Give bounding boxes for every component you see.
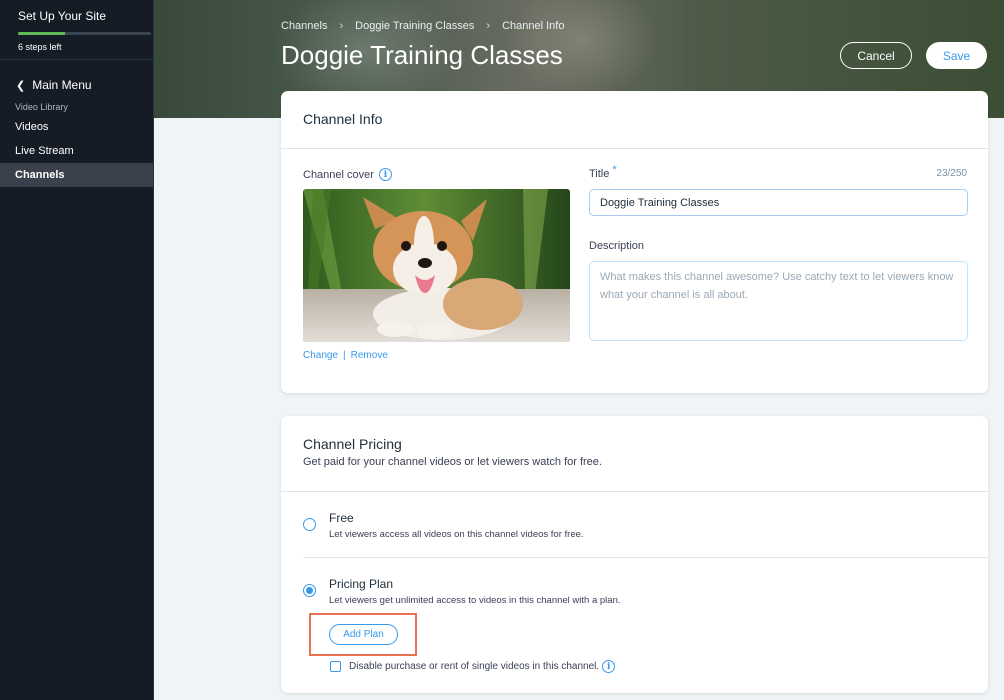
description-label: Description	[589, 240, 645, 252]
channel-cover-image[interactable]	[303, 189, 570, 342]
cancel-button[interactable]: Cancel	[840, 42, 912, 69]
sidebar: Set Up Your Site 6 steps left ❮ Main Men…	[0, 0, 154, 700]
title-label-text: Title	[589, 168, 610, 180]
sidebar-item-live-stream[interactable]: Live Stream	[0, 139, 153, 163]
disable-single-purchase-label: Disable purchase or rent of single video…	[349, 661, 600, 672]
puppy-image	[303, 189, 570, 342]
main-menu-link[interactable]: ❮ Main Menu	[0, 60, 153, 95]
info-icon[interactable]: i	[602, 660, 616, 673]
setup-progress-fill	[18, 32, 65, 35]
setup-widget[interactable]: Set Up Your Site 6 steps left	[0, 0, 153, 60]
free-option-title: Free	[329, 511, 354, 525]
chevron-right-icon: ›	[339, 20, 344, 32]
channel-info-card: Channel Info Channel cover i Change | Re…	[281, 91, 988, 393]
breadcrumb-current: Channel Info	[502, 20, 565, 32]
info-icon[interactable]: i	[378, 168, 392, 181]
cover-actions: Change | Remove	[303, 350, 388, 361]
pricing-option-free[interactable]: Free Let viewers access all videos on th…	[303, 511, 988, 558]
setup-progress-bar	[18, 32, 151, 35]
breadcrumb: Channels › Doggie Training Classes › Cha…	[281, 20, 564, 32]
pricing-heading: Channel Pricing	[303, 436, 402, 452]
required-asterisk: *	[612, 164, 617, 176]
pricing-plan-option-description: Let viewers get unlimited access to vide…	[329, 595, 621, 606]
pricing-header: Channel Pricing Get paid for your channe…	[281, 416, 988, 492]
title-label: Title *	[589, 164, 617, 180]
breadcrumb-channels[interactable]: Channels	[281, 20, 327, 32]
disable-single-purchase-row: Disable purchase or rent of single video…	[330, 660, 616, 673]
pricing-plan-radio[interactable]	[303, 584, 316, 597]
sidebar-item-videos[interactable]: Videos	[0, 115, 153, 139]
channel-cover-label-text: Channel cover	[303, 168, 374, 181]
sidebar-item-channels[interactable]: Channels	[0, 163, 153, 187]
section-label-video-library: Video Library	[15, 102, 68, 112]
pricing-subheading: Get paid for your channel videos or let …	[303, 456, 602, 468]
change-cover-link[interactable]: Change	[303, 350, 338, 361]
channel-info-heading: Channel Info	[281, 91, 988, 149]
add-plan-button[interactable]: Add Plan	[329, 624, 398, 645]
breadcrumb-channel[interactable]: Doggie Training Classes	[355, 20, 474, 32]
channel-cover-label: Channel cover i	[303, 168, 392, 181]
chevron-right-icon: ›	[486, 20, 491, 32]
setup-title: Set Up Your Site	[18, 9, 107, 23]
free-option-description: Let viewers access all videos on this ch…	[329, 529, 584, 540]
pricing-plan-option-title: Pricing Plan	[329, 577, 394, 591]
title-input[interactable]	[589, 189, 968, 216]
steps-left-label: 6 steps left	[18, 42, 62, 52]
chevron-left-icon: ❮	[16, 79, 26, 92]
title-char-counter: 23/250	[936, 168, 967, 179]
main-menu-label: Main Menu	[32, 78, 92, 92]
description-input[interactable]	[589, 261, 968, 341]
remove-cover-link[interactable]: Remove	[351, 350, 388, 361]
channel-pricing-card: Channel Pricing Get paid for your channe…	[281, 416, 988, 693]
save-button[interactable]: Save	[926, 42, 987, 69]
free-radio[interactable]	[303, 518, 316, 531]
disable-single-purchase-checkbox[interactable]	[330, 661, 341, 672]
page-title: Doggie Training Classes	[281, 40, 563, 70]
cover-links-divider: |	[343, 350, 346, 361]
